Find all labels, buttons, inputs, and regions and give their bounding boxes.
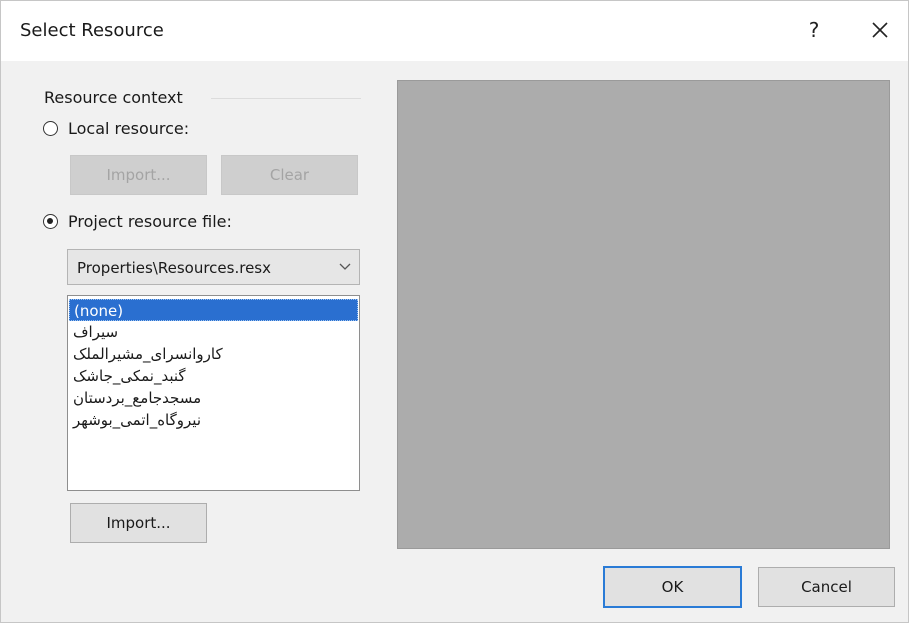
resource-preview	[397, 80, 890, 549]
ok-button[interactable]: OK	[603, 566, 742, 608]
resource-context-label: Resource context	[44, 88, 183, 107]
close-button[interactable]	[863, 15, 897, 45]
help-button[interactable]: ?	[799, 15, 829, 45]
local-resource-radio-circle[interactable]	[43, 121, 58, 136]
list-item[interactable]: نیروگاه_اتمی_بوشهر	[69, 409, 358, 431]
select-resource-dialog: Select Resource ? Resource context Local…	[0, 0, 909, 623]
list-item[interactable]: (none)	[69, 299, 358, 321]
project-resource-radio[interactable]: Project resource file:	[43, 212, 232, 231]
list-item[interactable]: مسجدجامع_بردستان	[69, 387, 358, 409]
dialog-title: Select Resource	[20, 20, 164, 41]
list-item[interactable]: کاروانسرای_مشیرالملک	[69, 343, 358, 365]
project-resource-radio-circle[interactable]	[43, 214, 58, 229]
local-resource-radio[interactable]: Local resource:	[43, 119, 189, 138]
group-divider	[211, 98, 361, 99]
list-item[interactable]: سیراف	[69, 321, 358, 343]
resource-list[interactable]: (none) سیراف کاروانسرای_مشیرالملک گنبد_ن…	[67, 295, 360, 491]
title-bar: Select Resource ?	[1, 1, 908, 61]
cancel-button[interactable]: Cancel	[758, 567, 895, 607]
list-item[interactable]: گنبد_نمکی_جاشک	[69, 365, 358, 387]
project-resource-label: Project resource file:	[68, 212, 232, 231]
local-import-button[interactable]: Import...	[70, 155, 207, 195]
project-import-button[interactable]: Import...	[70, 503, 207, 543]
close-icon	[872, 22, 888, 38]
resource-file-select[interactable]: Properties\Resources.resx	[67, 249, 360, 285]
clear-button[interactable]: Clear	[221, 155, 358, 195]
local-resource-label: Local resource:	[68, 119, 190, 138]
chevron-down-icon	[339, 263, 351, 270]
resource-file-value: Properties\Resources.resx	[77, 259, 271, 277]
